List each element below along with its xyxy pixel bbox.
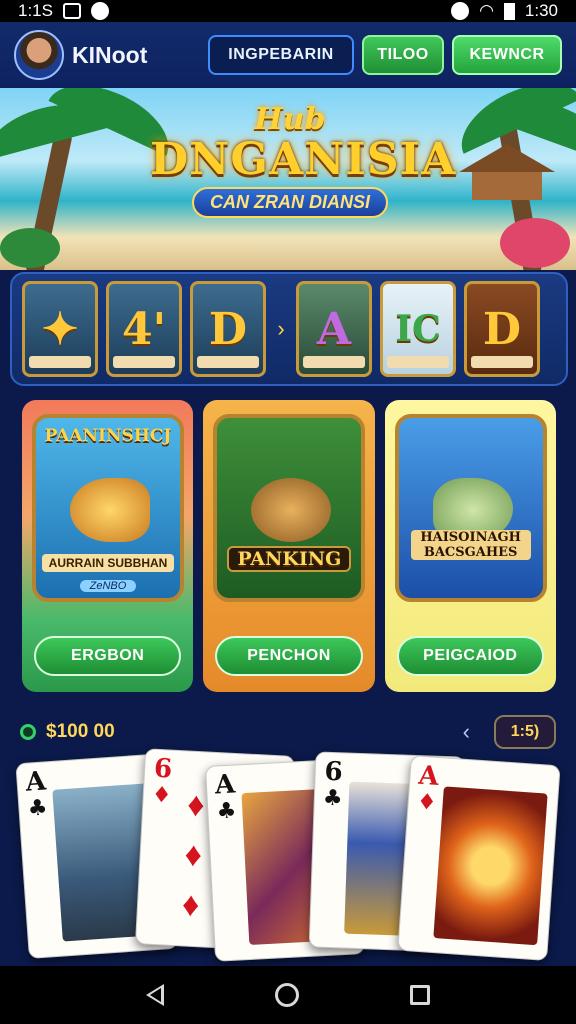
game-tile[interactable]: IC <box>380 281 456 377</box>
header-button-3[interactable]: KEWNCR <box>452 35 562 75</box>
card-button[interactable]: PENCHON <box>215 636 363 676</box>
game-tile[interactable]: A <box>296 281 372 377</box>
tile-caption <box>387 356 449 368</box>
status-clock: 1:30 <box>524 1 558 20</box>
card-title: PANKING <box>227 546 352 572</box>
tile-caption <box>29 356 91 368</box>
avatar[interactable] <box>14 30 64 80</box>
header-buttons: INGPEBARIN TILOO KEWNCR <box>208 35 562 75</box>
chevron-left-icon[interactable]: ‹ <box>463 719 470 745</box>
feature-card[interactable]: PANKING PENCHON <box>203 400 375 692</box>
game-tile[interactable]: D <box>464 281 540 377</box>
card-title: PAANINSHCJ <box>44 426 172 446</box>
tile-caption <box>303 356 365 368</box>
recent-apps-icon[interactable] <box>410 985 431 1005</box>
tile-caption <box>197 356 259 368</box>
system-nav-bar <box>0 966 576 1024</box>
hero-title-small: Hub <box>254 102 326 137</box>
shield-icon <box>251 478 332 542</box>
flower-image <box>500 218 570 268</box>
card-rank: A ♦ <box>416 760 440 816</box>
card-rank: A ♣ <box>24 766 49 822</box>
card-title: HAISOINAGH BACSGAHES <box>410 530 531 560</box>
game-tile[interactable]: D <box>190 281 266 377</box>
status-bar: 1:1S ◠ 1:30 <box>0 0 576 22</box>
tile-glyph: A <box>316 303 352 355</box>
home-icon[interactable] <box>274 983 299 1007</box>
game-tile[interactable]: ✦ <box>22 281 98 377</box>
card-rank: 6 ♣ <box>322 756 344 812</box>
feature-card[interactable]: PAANINSHCJ AURRAIN SUBBHAN ZeNBO ERGBON <box>22 400 194 692</box>
hero-title: Hub DNGANISIA CAN ZRAN DIANSI <box>150 102 457 218</box>
tile-glyph: 4' <box>121 303 167 355</box>
card-badge: PAANINSHCJ AURRAIN SUBBHAN ZeNBO <box>32 414 184 602</box>
card-rank: 6 ♦ <box>151 753 173 809</box>
bush-image <box>0 228 60 268</box>
notification-icon <box>62 3 81 19</box>
hero-subtitle: CAN ZRAN DIANSI <box>192 187 388 218</box>
card-rank: A ♣ <box>214 769 237 825</box>
feature-cards: PAANINSHCJ AURRAIN SUBBHAN ZeNBO ERGBON … <box>22 400 556 692</box>
header-button-2[interactable]: TILOO <box>362 35 444 75</box>
hero-title-big: DNGANISIA <box>150 134 457 185</box>
fish-icon: ✦ <box>41 303 79 355</box>
card-badge: HAISOINAGH BACSGAHES <box>394 414 547 602</box>
chevron-right-icon[interactable]: › <box>274 316 288 342</box>
card-subtitle: AURRAIN SUBBHAN <box>42 554 174 572</box>
playing-card[interactable]: A ♦ <box>397 755 561 961</box>
game-strip: ✦ 4' D › A IC D <box>10 272 568 386</box>
hero-banner[interactable]: Hub DNGANISIA CAN ZRAN DIANSI <box>0 88 576 270</box>
card-button[interactable]: PEIGCAIOD <box>396 636 544 676</box>
feature-card[interactable]: HAISOINAGH BACSGAHES PEIGCAIOD <box>384 400 556 692</box>
card-badge: PANKING <box>213 414 366 602</box>
card-tag: ZeNBO <box>80 580 136 592</box>
game-tile[interactable]: 4' <box>106 281 182 377</box>
wifi-icon: ◠ <box>479 1 494 20</box>
top-header: KINoot INGPEBARIN TILOO KEWNCR <box>0 22 576 88</box>
coin-icon <box>20 724 36 740</box>
card-artwork <box>433 786 548 946</box>
tile-glyph: D <box>208 303 248 355</box>
card-hand: A♣ 6♦ ♦♦ ♦♦ ♦♦ A♣ 6♣ A♦ <box>0 744 576 966</box>
balance-amount: $100 00 <box>46 721 115 742</box>
tile-caption <box>471 356 533 368</box>
beach-hut-image <box>459 144 555 200</box>
card-button[interactable]: ERGBON <box>34 636 182 676</box>
fish-icon <box>70 478 150 542</box>
back-icon[interactable] <box>145 984 164 1006</box>
battery-icon <box>503 2 515 20</box>
username: KINoot <box>72 41 148 68</box>
tile-glyph: IC <box>395 308 441 350</box>
status-time: 1:1S <box>18 1 53 20</box>
header-button-1[interactable]: INGPEBARIN <box>208 35 354 75</box>
alarm-icon <box>451 2 470 20</box>
tile-glyph: D <box>482 303 522 355</box>
tile-caption <box>113 356 175 368</box>
app-notification-icon <box>90 2 109 20</box>
